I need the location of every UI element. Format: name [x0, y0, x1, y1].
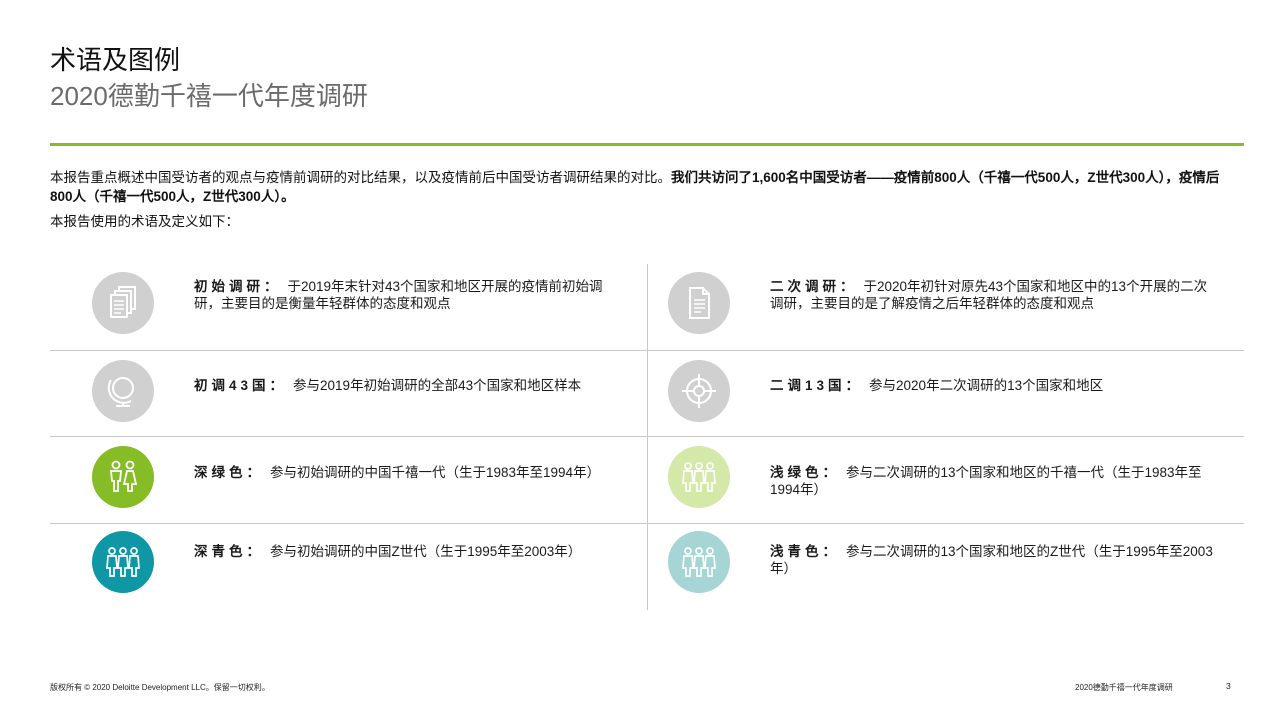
- legend-desc: 参与初始调研的中国千禧一代（生于1983年至1994年）: [270, 465, 601, 480]
- legend-item: 初调43国： 参与2019年初始调研的全部43个国家和地区样本: [50, 350, 647, 436]
- legend-term: 浅青色：: [770, 544, 840, 559]
- footer-report-name: 2020德勤千禧一代年度调研: [1075, 683, 1173, 692]
- page-subtitle: 2020德勤千禧一代年度调研: [50, 81, 368, 111]
- intro-paragraph: 本报告重点概述中国受访者的观点与疫情前调研的对比结果，以及疫情前后中国受访者调研…: [50, 168, 1240, 206]
- documents-stack-icon: [92, 272, 154, 334]
- legend-text: 浅绿色： 参与二次调研的13个国家和地区的千禧一代（生于1983年至1994年）: [770, 464, 1220, 498]
- legend-text: 浅青色： 参与二次调研的13个国家和地区的Z世代（生于1995年至2003年）: [770, 543, 1220, 577]
- document-icon: [668, 272, 730, 334]
- legend-term: 二次调研：: [770, 279, 858, 294]
- legend-term: 深绿色：: [194, 465, 264, 480]
- legend-item: 深青色： 参与初始调研的中国Z世代（生于1995年至2003年）: [50, 523, 647, 609]
- legend-item: 二调13国： 参与2020年二次调研的13个国家和地区: [626, 350, 1223, 436]
- legend-term: 初始调研：: [194, 279, 282, 294]
- legend-text: 二次调研： 于2020年初针对原先43个国家和地区中的13个开展的二次调研，主要目…: [770, 278, 1220, 312]
- people-three-icon: [92, 531, 154, 593]
- legend-term: 深青色：: [194, 544, 264, 559]
- legend-grid: 初始调研： 于2019年末针对43个国家和地区开展的疫情前初始调研，主要目的是衡量…: [50, 264, 1244, 610]
- legend-item: 二次调研： 于2020年初针对原先43个国家和地区中的13个开展的二次调研，主要目…: [626, 264, 1223, 350]
- target-icon: [668, 360, 730, 422]
- legend-text: 深绿色： 参与初始调研的中国千禧一代（生于1983年至1994年）: [194, 464, 614, 481]
- legend-item: 深绿色： 参与初始调研的中国千禧一代（生于1983年至1994年）: [50, 436, 647, 522]
- people-three-icon: [668, 531, 730, 593]
- legend-text: 初调43国： 参与2019年初始调研的全部43个国家和地区样本: [194, 377, 614, 394]
- legend-text: 初始调研： 于2019年末针对43个国家和地区开展的疫情前初始调研，主要目的是衡量…: [194, 278, 614, 312]
- people-three-icon: [668, 446, 730, 508]
- legend-desc: 参与2019年初始调研的全部43个国家和地区样本: [293, 378, 582, 393]
- legend-item: 初始调研： 于2019年末针对43个国家和地区开展的疫情前初始调研，主要目的是衡量…: [50, 264, 647, 350]
- intro-text: 本报告重点概述中国受访者的观点与疫情前调研的对比结果，以及疫情前后中国受访者调研…: [50, 170, 671, 185]
- legend-text: 深青色： 参与初始调研的中国Z世代（生于1995年至2003年）: [194, 543, 614, 560]
- legend-term: 二调13国：: [770, 378, 864, 393]
- page-number: 3: [1226, 681, 1231, 691]
- footer-copyright: 版权所有 © 2020 Deloitte Development LLC。保留一…: [50, 683, 270, 692]
- legend-term: 浅绿色：: [770, 465, 840, 480]
- legend-desc: 参与2020年二次调研的13个国家和地区: [869, 378, 1104, 393]
- legend-text: 二调13国： 参与2020年二次调研的13个国家和地区: [770, 377, 1220, 394]
- legend-term: 初调43国：: [194, 378, 288, 393]
- page-title: 术语及图例: [50, 45, 181, 75]
- legend-desc: 参与初始调研的中国Z世代（生于1995年至2003年）: [270, 544, 582, 559]
- definitions-line: 本报告使用的术语及定义如下：: [50, 214, 239, 229]
- legend-item: 浅绿色： 参与二次调研的13个国家和地区的千禧一代（生于1983年至1994年）: [626, 436, 1223, 522]
- legend-item: 浅青色： 参与二次调研的13个国家和地区的Z世代（生于1995年至2003年）: [626, 523, 1223, 609]
- people-two-icon: [92, 446, 154, 508]
- title-divider: [50, 143, 1244, 146]
- globe-icon: [92, 360, 154, 422]
